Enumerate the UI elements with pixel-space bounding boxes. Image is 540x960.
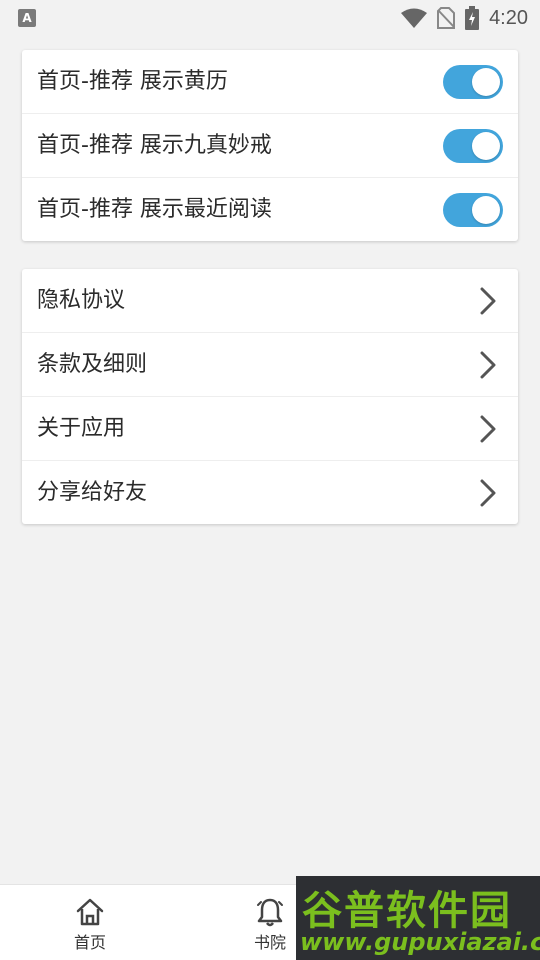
- link-label: 关于应用: [37, 416, 126, 441]
- info-links-card: 隐私协议 条款及细则 关于应用 分享给好友: [22, 269, 518, 524]
- toggle-switch[interactable]: [443, 129, 503, 163]
- link-terms[interactable]: 条款及细则: [22, 333, 518, 397]
- battery-charging-icon: [465, 6, 480, 30]
- watermark-url: www.gupuxiazai.com: [300, 928, 540, 956]
- setting-label: 首页-推荐 展示最近阅读: [37, 197, 272, 222]
- link-privacy-policy[interactable]: 隐私协议: [22, 269, 518, 333]
- chevron-right-icon: [480, 287, 496, 315]
- link-label: 分享给好友: [37, 480, 148, 505]
- watermark: 谷普软件园 www.gupuxiazai.com: [296, 876, 540, 960]
- status-icons: 4:20: [401, 6, 528, 30]
- status-bar: A 4:20: [0, 0, 540, 36]
- toggle-knob: [472, 68, 500, 96]
- setting-row-show-almanac: 首页-推荐 展示黄历: [22, 50, 518, 114]
- setting-label: 首页-推荐 展示黄历: [37, 69, 228, 94]
- home-icon: [76, 898, 104, 926]
- nav-item-home[interactable]: 首页: [40, 885, 140, 960]
- toggle-switch[interactable]: [443, 193, 503, 227]
- display-settings-card: 首页-推荐 展示黄历 首页-推荐 展示九真妙戒 首页-推荐 展示最近阅读: [22, 50, 518, 241]
- setting-row-show-recent-reading: 首页-推荐 展示最近阅读: [22, 178, 518, 242]
- link-share-with-friends[interactable]: 分享给好友: [22, 461, 518, 525]
- setting-label: 首页-推荐 展示九真妙戒: [37, 133, 272, 158]
- notification-app-icon: A: [18, 9, 36, 27]
- chevron-right-icon: [480, 351, 496, 379]
- link-label: 条款及细则: [37, 352, 148, 377]
- toggle-knob: [472, 132, 500, 160]
- wifi-icon: [401, 8, 428, 28]
- chevron-right-icon: [480, 415, 496, 443]
- link-about-app[interactable]: 关于应用: [22, 397, 518, 461]
- nav-label-home: 首页: [73, 933, 106, 952]
- clock: 4:20: [489, 6, 528, 29]
- no-sim-icon: [437, 7, 456, 29]
- chevron-right-icon: [480, 479, 496, 507]
- setting-row-show-precepts: 首页-推荐 展示九真妙戒: [22, 114, 518, 178]
- toggle-knob: [472, 196, 500, 224]
- link-label: 隐私协议: [37, 288, 126, 313]
- toggle-switch[interactable]: [443, 65, 503, 99]
- bell-icon: [257, 898, 283, 927]
